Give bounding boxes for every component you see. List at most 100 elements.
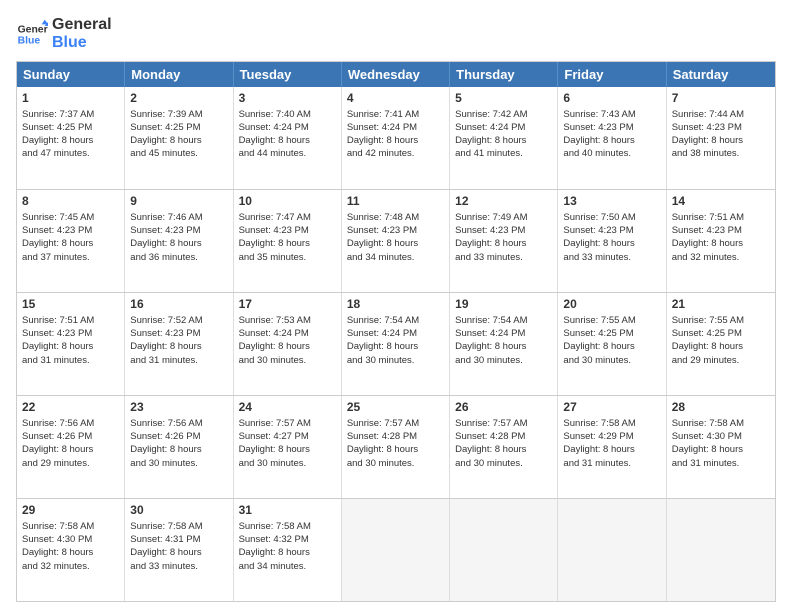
calendar-cell: 28Sunrise: 7:58 AMSunset: 4:30 PMDayligh… [667, 396, 775, 498]
calendar-cell: 15Sunrise: 7:51 AMSunset: 4:23 PMDayligh… [17, 293, 125, 395]
day-number: 5 [455, 90, 552, 107]
day-info-line: and 29 minutes. [672, 354, 770, 367]
day-info-line: Sunset: 4:28 PM [455, 430, 552, 443]
calendar-cell-empty [450, 499, 558, 601]
day-number: 9 [130, 193, 227, 210]
day-info-line: Sunset: 4:24 PM [347, 327, 444, 340]
day-info-line: Sunset: 4:23 PM [347, 224, 444, 237]
day-info-line: Daylight: 8 hours [22, 443, 119, 456]
day-info-line: and 30 minutes. [455, 457, 552, 470]
day-number: 22 [22, 399, 119, 416]
day-info-line: Sunset: 4:23 PM [563, 121, 660, 134]
day-info-line: Sunset: 4:30 PM [672, 430, 770, 443]
day-number: 15 [22, 296, 119, 313]
calendar-cell: 6Sunrise: 7:43 AMSunset: 4:23 PMDaylight… [558, 87, 666, 189]
calendar-cell: 29Sunrise: 7:58 AMSunset: 4:30 PMDayligh… [17, 499, 125, 601]
day-number: 18 [347, 296, 444, 313]
day-info-line: and 31 minutes. [563, 457, 660, 470]
day-info-line: Sunrise: 7:41 AM [347, 108, 444, 121]
day-info-line: Sunset: 4:25 PM [22, 121, 119, 134]
day-info-line: Daylight: 8 hours [130, 237, 227, 250]
calendar-cell: 19Sunrise: 7:54 AMSunset: 4:24 PMDayligh… [450, 293, 558, 395]
day-info-line: Daylight: 8 hours [563, 340, 660, 353]
calendar-header-day: Wednesday [342, 62, 450, 87]
day-info-line: and 44 minutes. [239, 147, 336, 160]
day-info-line: Sunrise: 7:55 AM [672, 314, 770, 327]
day-info-line: and 30 minutes. [347, 354, 444, 367]
day-info-line: Sunset: 4:23 PM [130, 327, 227, 340]
day-info-line: Sunrise: 7:58 AM [239, 520, 336, 533]
day-info-line: Daylight: 8 hours [563, 134, 660, 147]
day-number: 27 [563, 399, 660, 416]
calendar-cell: 27Sunrise: 7:58 AMSunset: 4:29 PMDayligh… [558, 396, 666, 498]
day-info-line: and 34 minutes. [239, 560, 336, 573]
day-info-line: Sunset: 4:23 PM [672, 121, 770, 134]
day-info-line: Sunset: 4:23 PM [563, 224, 660, 237]
day-info-line: Sunrise: 7:37 AM [22, 108, 119, 121]
day-info-line: Sunrise: 7:57 AM [239, 417, 336, 430]
calendar-cell: 21Sunrise: 7:55 AMSunset: 4:25 PMDayligh… [667, 293, 775, 395]
day-info-line: Sunrise: 7:57 AM [455, 417, 552, 430]
day-number: 6 [563, 90, 660, 107]
calendar-cell-empty [558, 499, 666, 601]
day-info-line: and 32 minutes. [672, 251, 770, 264]
day-info-line: Daylight: 8 hours [455, 134, 552, 147]
calendar-cell: 9Sunrise: 7:46 AMSunset: 4:23 PMDaylight… [125, 190, 233, 292]
day-info-line: Daylight: 8 hours [130, 340, 227, 353]
day-info-line: Sunrise: 7:55 AM [563, 314, 660, 327]
day-info-line: Daylight: 8 hours [347, 237, 444, 250]
day-info-line: Sunset: 4:24 PM [347, 121, 444, 134]
day-info-line: Sunrise: 7:44 AM [672, 108, 770, 121]
day-info-line: Sunrise: 7:58 AM [672, 417, 770, 430]
day-number: 25 [347, 399, 444, 416]
day-info-line: and 33 minutes. [130, 560, 227, 573]
calendar-cell: 14Sunrise: 7:51 AMSunset: 4:23 PMDayligh… [667, 190, 775, 292]
calendar-cell: 22Sunrise: 7:56 AMSunset: 4:26 PMDayligh… [17, 396, 125, 498]
day-number: 19 [455, 296, 552, 313]
day-info-line: Daylight: 8 hours [130, 443, 227, 456]
day-info-line: and 37 minutes. [22, 251, 119, 264]
day-info-line: Daylight: 8 hours [22, 237, 119, 250]
day-info-line: Daylight: 8 hours [239, 237, 336, 250]
day-info-line: Daylight: 8 hours [347, 443, 444, 456]
day-number: 31 [239, 502, 336, 519]
day-info-line: Sunrise: 7:51 AM [672, 211, 770, 224]
day-info-line: and 41 minutes. [455, 147, 552, 160]
logo-text: General Blue [52, 16, 112, 53]
day-info-line: Sunrise: 7:56 AM [130, 417, 227, 430]
day-number: 2 [130, 90, 227, 107]
calendar-header: SundayMondayTuesdayWednesdayThursdayFrid… [17, 62, 775, 87]
calendar-cell: 8Sunrise: 7:45 AMSunset: 4:23 PMDaylight… [17, 190, 125, 292]
calendar-week-row: 8Sunrise: 7:45 AMSunset: 4:23 PMDaylight… [17, 189, 775, 292]
day-info-line: Sunset: 4:23 PM [239, 224, 336, 237]
day-info-line: Sunset: 4:25 PM [672, 327, 770, 340]
calendar-week-row: 22Sunrise: 7:56 AMSunset: 4:26 PMDayligh… [17, 395, 775, 498]
day-info-line: and 29 minutes. [22, 457, 119, 470]
day-info-line: and 47 minutes. [22, 147, 119, 160]
calendar-cell: 20Sunrise: 7:55 AMSunset: 4:25 PMDayligh… [558, 293, 666, 395]
day-number: 8 [22, 193, 119, 210]
calendar-cell: 11Sunrise: 7:48 AMSunset: 4:23 PMDayligh… [342, 190, 450, 292]
calendar-cell-empty [667, 499, 775, 601]
day-info-line: Sunset: 4:32 PM [239, 533, 336, 546]
day-number: 3 [239, 90, 336, 107]
page: General Blue General Blue SundayMondayTu… [0, 0, 792, 612]
day-info-line: Sunrise: 7:49 AM [455, 211, 552, 224]
day-info-line: Daylight: 8 hours [130, 546, 227, 559]
day-info-line: Daylight: 8 hours [563, 443, 660, 456]
day-info-line: and 33 minutes. [563, 251, 660, 264]
day-number: 28 [672, 399, 770, 416]
day-info-line: and 30 minutes. [563, 354, 660, 367]
calendar-cell: 17Sunrise: 7:53 AMSunset: 4:24 PMDayligh… [234, 293, 342, 395]
day-info-line: Daylight: 8 hours [672, 237, 770, 250]
day-info-line: Sunset: 4:27 PM [239, 430, 336, 443]
day-info-line: Sunrise: 7:50 AM [563, 211, 660, 224]
calendar-cell: 5Sunrise: 7:42 AMSunset: 4:24 PMDaylight… [450, 87, 558, 189]
day-info-line: and 40 minutes. [563, 147, 660, 160]
day-info-line: Daylight: 8 hours [672, 340, 770, 353]
day-info-line: and 30 minutes. [239, 457, 336, 470]
day-info-line: and 30 minutes. [347, 457, 444, 470]
calendar-cell: 24Sunrise: 7:57 AMSunset: 4:27 PMDayligh… [234, 396, 342, 498]
calendar-week-row: 29Sunrise: 7:58 AMSunset: 4:30 PMDayligh… [17, 498, 775, 601]
day-info-line: and 45 minutes. [130, 147, 227, 160]
